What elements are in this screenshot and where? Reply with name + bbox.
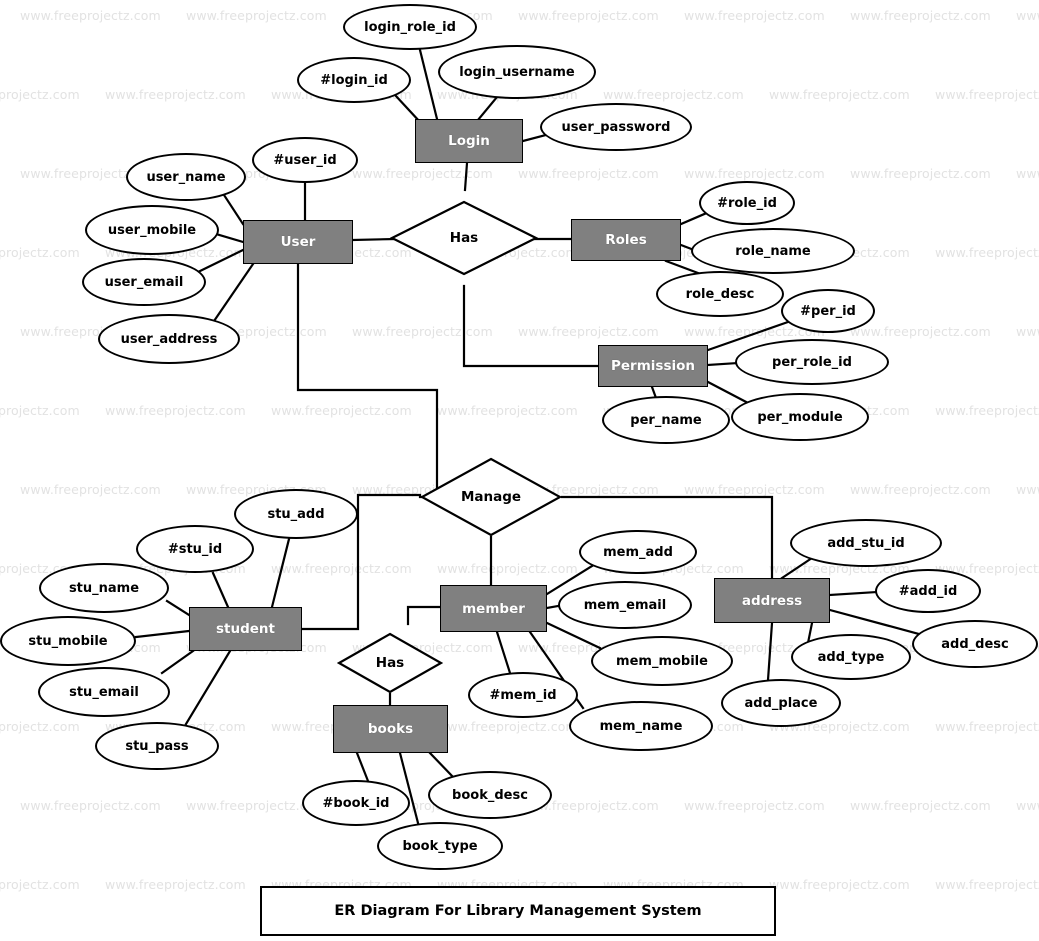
attribute-login_role_id[interactable]: login_role_id	[343, 4, 477, 50]
entity-address[interactable]: address	[714, 578, 830, 623]
attribute-mem_email[interactable]: mem_email	[558, 581, 692, 629]
attribute-user_name[interactable]: user_name	[126, 153, 246, 201]
entity-user[interactable]: User	[243, 220, 353, 264]
entity-student[interactable]: student	[189, 607, 302, 651]
attribute-per_name[interactable]: per_name	[602, 396, 730, 444]
attribute-book_id[interactable]: #book_id	[302, 780, 410, 826]
entity-permission[interactable]: Permission	[598, 345, 708, 387]
entity-member[interactable]: member	[440, 585, 547, 632]
attribute-per_module[interactable]: per_module	[731, 393, 869, 441]
relationship-diamond-shape	[390, 200, 538, 276]
attribute-mem_mobile[interactable]: mem_mobile	[591, 636, 733, 686]
attribute-stu_name[interactable]: stu_name	[39, 563, 169, 613]
attribute-mem_name[interactable]: mem_name	[569, 701, 713, 751]
attribute-user_mobile[interactable]: user_mobile	[85, 205, 219, 255]
entity-books[interactable]: books	[333, 705, 448, 753]
attribute-role_id[interactable]: #role_id	[699, 181, 795, 225]
attribute-stu_pass[interactable]: stu_pass	[95, 722, 219, 770]
attribute-role_name[interactable]: role_name	[691, 228, 855, 274]
attribute-add_desc[interactable]: add_desc	[912, 620, 1038, 668]
attribute-login_username[interactable]: login_username	[438, 45, 596, 99]
attribute-per_id[interactable]: #per_id	[781, 289, 875, 333]
attribute-mem_add[interactable]: mem_add	[579, 530, 697, 574]
attribute-book_type[interactable]: book_type	[377, 822, 503, 870]
attribute-book_desc[interactable]: book_desc	[428, 771, 552, 819]
entity-login[interactable]: Login	[415, 119, 523, 163]
attribute-add_id[interactable]: #add_id	[875, 569, 981, 613]
attribute-login_id[interactable]: #login_id	[297, 57, 411, 103]
relationship-manage[interactable]: Manage	[420, 457, 562, 537]
attribute-stu_add[interactable]: stu_add	[234, 489, 358, 539]
attribute-add_place[interactable]: add_place	[721, 679, 841, 727]
attribute-mem_id[interactable]: #mem_id	[468, 672, 578, 718]
relationship-has-user-roles[interactable]: Has	[390, 200, 538, 276]
attribute-user_email[interactable]: user_email	[82, 258, 206, 306]
attribute-user_password[interactable]: user_password	[540, 103, 692, 151]
entity-roles[interactable]: Roles	[571, 219, 681, 261]
attribute-stu_email[interactable]: stu_email	[38, 667, 170, 717]
attribute-role_desc[interactable]: role_desc	[656, 271, 784, 317]
diagram-title-box: ER Diagram For Library Management System	[260, 886, 776, 936]
attribute-user_address[interactable]: user_address	[98, 314, 240, 364]
attribute-add_type[interactable]: add_type	[791, 634, 911, 680]
attribute-stu_mobile[interactable]: stu_mobile	[0, 616, 136, 666]
er-diagram-canvas: www.freeprojectz.com www.freeprojectz.com…	[0, 0, 1039, 941]
attribute-add_stu_id[interactable]: add_stu_id	[790, 519, 942, 567]
relationship-diamond-shape	[420, 457, 562, 537]
node-layer: Has Manage Has login_role_id #login_id login_…	[0, 0, 1039, 941]
relationship-has-member-books[interactable]: Has	[337, 632, 443, 694]
relationship-diamond-shape	[337, 632, 443, 694]
attribute-user_id[interactable]: #user_id	[252, 137, 358, 183]
diagram-title: ER Diagram For Library Management System	[334, 903, 702, 919]
attribute-per_role_id[interactable]: per_role_id	[735, 339, 889, 385]
attribute-stu_id[interactable]: #stu_id	[136, 525, 254, 573]
